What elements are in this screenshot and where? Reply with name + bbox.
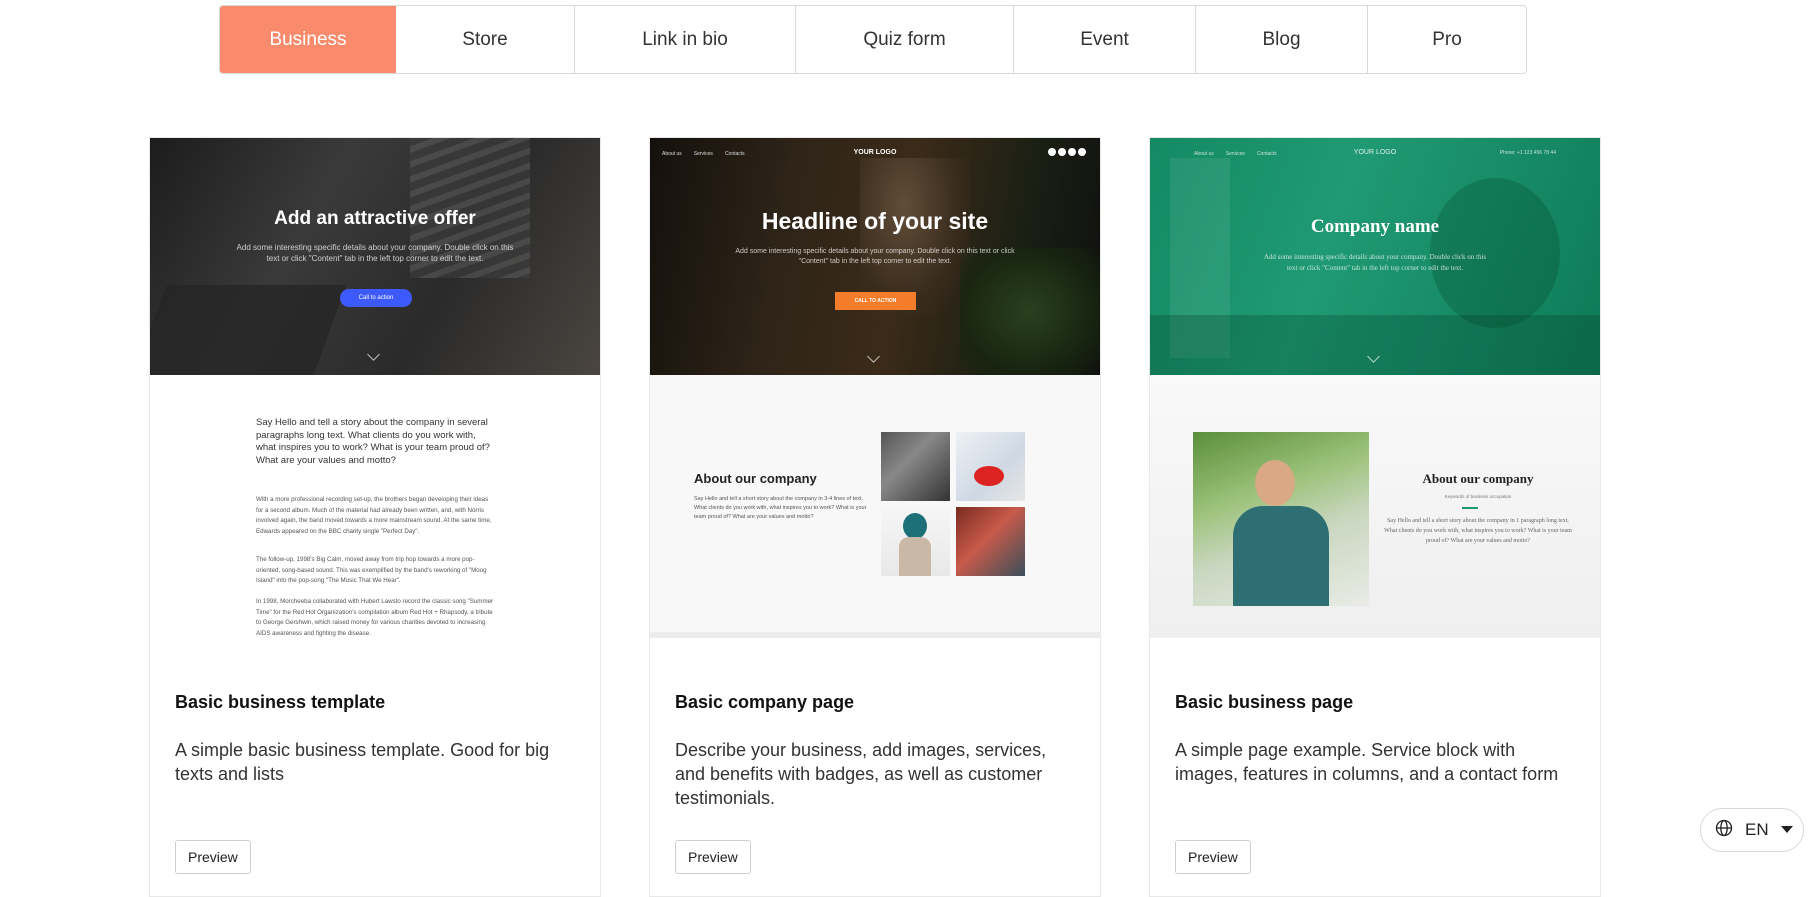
language-selector[interactable]: EN	[1700, 808, 1804, 852]
thumbnail-about-title: About our company	[694, 471, 817, 486]
template-card-basic-company-page[interactable]: About us Services Contacts YOUR LOGO Hea…	[649, 137, 1101, 897]
template-category-tabs: Business Store Link in bio Quiz form Eve…	[219, 5, 1527, 74]
thumbnail-about-keywords: Keywords of business occupation	[1444, 494, 1512, 499]
caret-down-icon	[1780, 821, 1793, 839]
thumbnail-cta-button: CALL TO ACTION	[835, 292, 916, 310]
template-card-basic-business-page[interactable]: About us Services Contacts YOUR LOGO Pho…	[1149, 137, 1601, 897]
template-thumbnail[interactable]: About us Services Contacts YOUR LOGO Pho…	[1150, 138, 1600, 638]
thumbnail-intro: Say Hello and tell a story about the com…	[256, 417, 490, 466]
thumbnail-body: About our company Keywords of business o…	[1150, 375, 1600, 638]
chevron-down-icon	[867, 350, 880, 363]
preview-button[interactable]: Preview	[675, 840, 751, 874]
thumbnail-photo-phone	[956, 432, 1025, 501]
preview-button[interactable]: Preview	[1175, 840, 1251, 874]
tab-quiz-form[interactable]: Quiz form	[796, 6, 1014, 73]
tab-store[interactable]: Store	[396, 6, 575, 73]
social-icons	[1048, 148, 1086, 156]
thumbnail-subtext: Add some interesting specific details ab…	[735, 248, 1015, 265]
template-thumbnail[interactable]: About us Services Contacts YOUR LOGO Hea…	[650, 138, 1100, 638]
facebook-icon	[1048, 148, 1056, 156]
thumbnail-paragraph: With a more professional recording set-u…	[256, 496, 492, 535]
chevron-down-icon	[367, 348, 380, 361]
thumbnail-paragraph: In 1998, Morcheeba collaborated with Hub…	[256, 598, 494, 637]
thumbnail-paragraph: The follow-up, 1998's Big Calm, moved aw…	[256, 556, 487, 585]
thumbnail-logo: YOUR LOGO	[853, 149, 897, 156]
tab-business[interactable]: Business	[220, 6, 396, 73]
thumbnail-subtext: Add some interesting specific details ab…	[1263, 253, 1487, 272]
thumbnail-about-text: Say Hello and tell a short story about t…	[694, 496, 867, 520]
thumbnail-photo-person	[881, 507, 950, 576]
tab-event[interactable]: Event	[1014, 6, 1196, 73]
telegram-icon	[1078, 148, 1086, 156]
thumbnail-photo-friends	[956, 507, 1025, 576]
thumbnail-hero: About us Services Contacts YOUR LOGO Hea…	[650, 138, 1100, 375]
tab-pro[interactable]: Pro	[1368, 6, 1526, 73]
thumbnail-body: About our company Say Hello and tell a s…	[650, 375, 1100, 638]
thumbnail-photo-office	[881, 432, 950, 501]
globe-icon	[1715, 819, 1733, 842]
tab-blog[interactable]: Blog	[1196, 6, 1368, 73]
thumbnail-cta-button: Call to action	[340, 289, 412, 307]
card-description: Describe your business, add images, serv…	[675, 740, 1047, 808]
thumbnail-phone: Phone: +1 123 456 78 44	[1499, 150, 1556, 156]
thumbnail-about-title: About our company	[1422, 471, 1534, 486]
thumbnail-body: Say Hello and tell a story about the com…	[150, 375, 600, 638]
template-thumbnail[interactable]: Add an attractive offer Add some interes…	[150, 138, 600, 638]
card-title: Basic business page	[1175, 692, 1354, 712]
thumbnail-subtext: Add some interesting specific details ab…	[236, 243, 514, 263]
template-card-basic-business-template[interactable]: Add an attractive offer Add some interes…	[149, 137, 601, 897]
thumbnail-headline: Headline of your site	[761, 208, 989, 234]
thumbnail-headline: Company name	[1310, 216, 1440, 237]
language-code: EN	[1745, 820, 1769, 839]
thumbnail-hero: Add an attractive offer Add some interes…	[150, 138, 600, 375]
twitter-icon	[1058, 148, 1066, 156]
card-title: Basic business template	[175, 692, 386, 712]
thumbnail-headline: Add an attractive offer	[274, 208, 476, 229]
thumbnail-photo-woman	[1193, 432, 1369, 606]
card-description: A simple basic business template. Good f…	[175, 740, 550, 784]
tab-link-in-bio[interactable]: Link in bio	[575, 6, 796, 73]
card-description: A simple page example. Service block wit…	[1175, 740, 1559, 784]
thumbnail-hero: About us Services Contacts YOUR LOGO Pho…	[1150, 138, 1600, 375]
card-title: Basic company page	[675, 692, 855, 712]
linkedin-icon	[1068, 148, 1076, 156]
preview-button[interactable]: Preview	[175, 840, 251, 874]
thumbnail-about-text: Say Hello and tell a short story about t…	[1384, 518, 1572, 544]
thumbnail-divider	[1462, 507, 1478, 509]
